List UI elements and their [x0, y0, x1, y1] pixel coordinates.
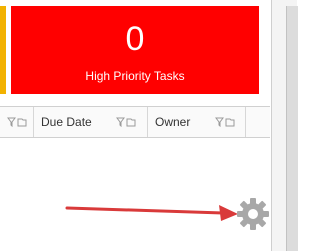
high-priority-tasks-tile[interactable]: 0 High Priority Tasks — [11, 6, 259, 94]
column-header-due-date[interactable]: Due Date — [34, 107, 148, 137]
filter-icon[interactable] — [215, 117, 235, 127]
tile-count: 0 — [125, 20, 145, 58]
column-header-1[interactable] — [0, 107, 34, 137]
grid-header: Due Date Owner — [0, 106, 270, 138]
vertical-scrollbar[interactable] — [286, 6, 298, 251]
gear-icon[interactable] — [235, 196, 271, 232]
tile-label: High Priority Tasks — [85, 69, 185, 83]
column-label: Due Date — [41, 115, 92, 129]
annotation-arrow — [65, 205, 238, 221]
filter-icon[interactable] — [7, 117, 27, 127]
column-header-owner[interactable]: Owner — [148, 107, 246, 137]
filter-icon[interactable] — [116, 117, 136, 127]
column-label: Owner — [155, 115, 191, 129]
column-header-spacer — [246, 107, 270, 137]
adjacent-tile-edge[interactable] — [0, 6, 6, 94]
